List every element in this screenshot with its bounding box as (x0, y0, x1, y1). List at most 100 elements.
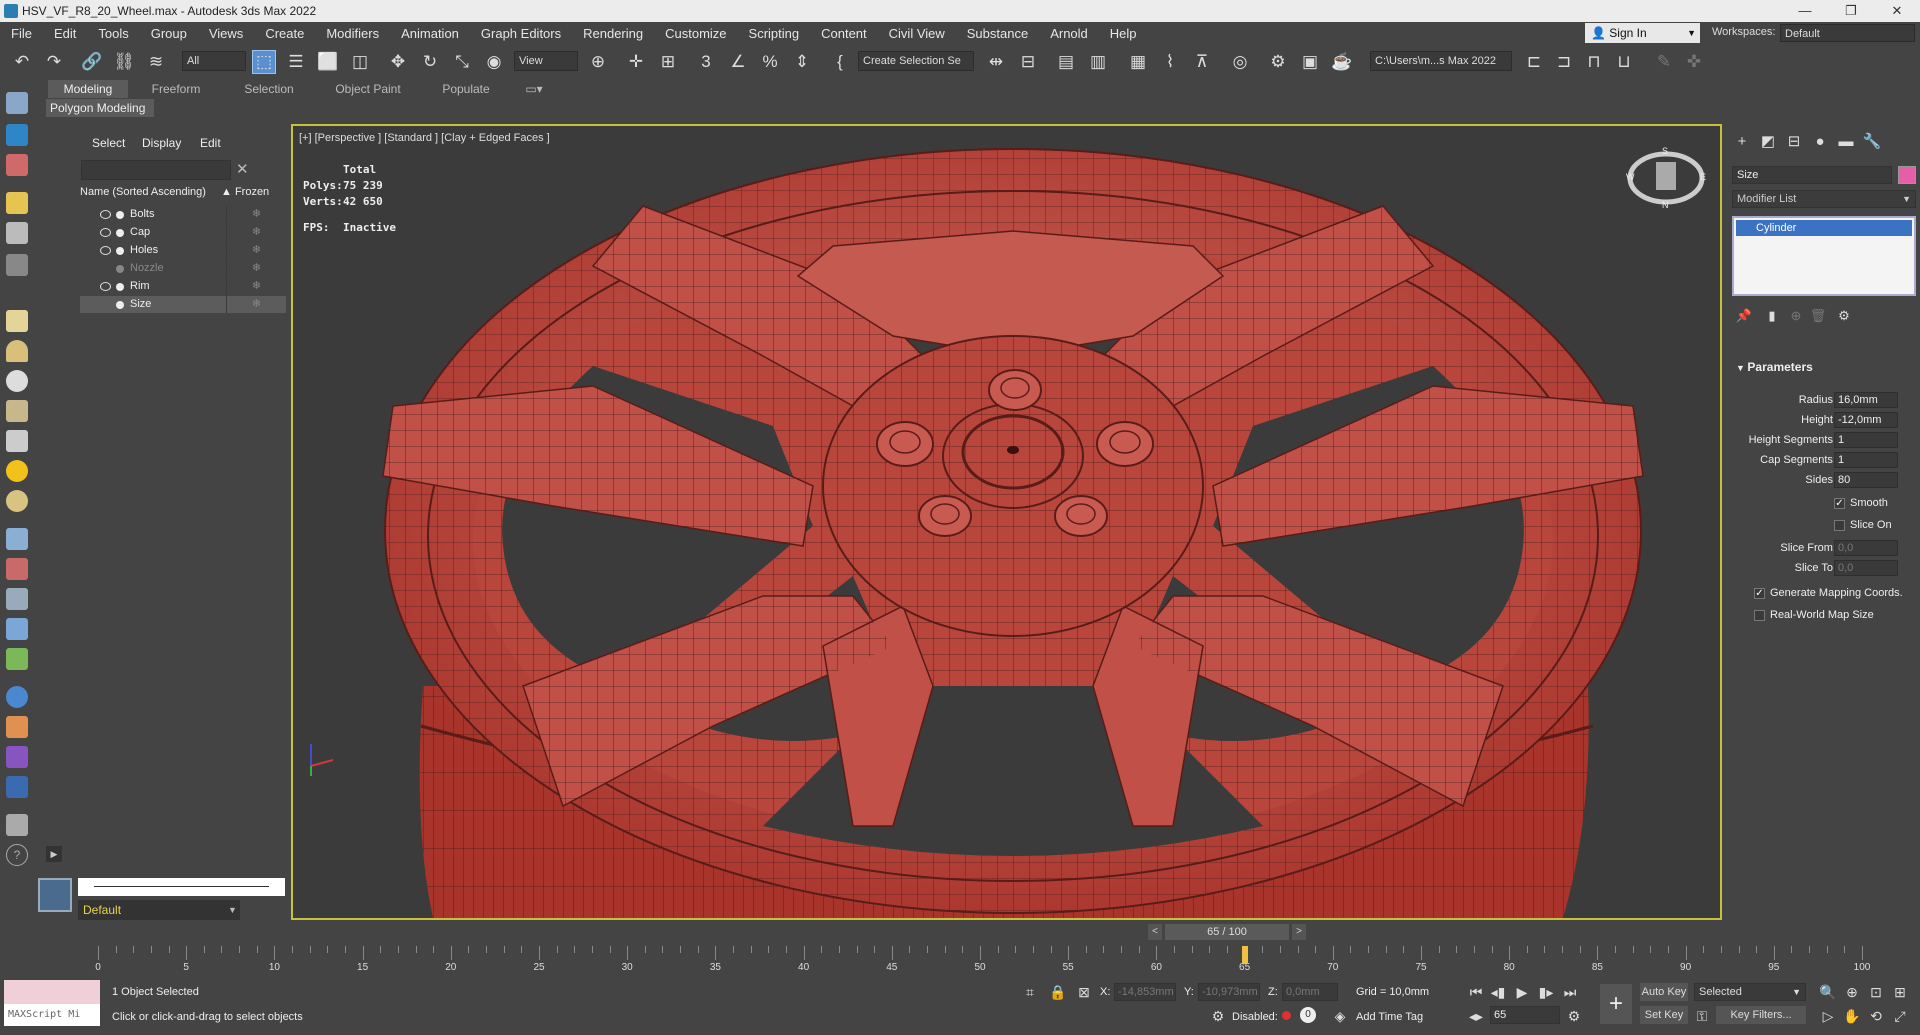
next-key-icon[interactable]: ▮▸ (1536, 982, 1556, 1002)
help-icon[interactable]: ? (6, 844, 28, 866)
cone-icon[interactable] (6, 430, 28, 452)
visibility-eye-icon[interactable] (100, 300, 111, 309)
close-button[interactable]: ✕ (1874, 0, 1920, 22)
scene-explorer-toggle-icon[interactable] (6, 124, 28, 146)
angle-snap-icon[interactable]: ∠ (726, 50, 750, 74)
project-folder-dropdown[interactable]: C:\Users\m...s Max 2022 (1370, 51, 1512, 71)
radius-spinner[interactable]: 16,0mm (1834, 392, 1898, 408)
keyboard-shortcut-icon[interactable]: ⊞ (656, 50, 680, 74)
plugin-icon[interactable] (6, 746, 28, 768)
file-icon[interactable] (6, 814, 28, 836)
frozen-column-header[interactable]: ▲ Frozen (221, 186, 269, 198)
minimize-button[interactable]: — (1782, 0, 1828, 22)
maxscript-mini-listener[interactable]: MAXScript Mi (4, 1004, 100, 1026)
menu-rendering[interactable]: Rendering (572, 26, 654, 41)
track-bar[interactable]: 0 5 10 15 20 25 30 35 40 45 50 55 60 65 70 75 80 85 90 95 10… (40, 946, 1920, 976)
freeze-icon[interactable]: ❄ (226, 260, 286, 277)
field-of-view-icon[interactable]: ▷ (1818, 1006, 1838, 1026)
add-time-tag[interactable]: Add Time Tag (1356, 1011, 1423, 1023)
smooth-checkbox[interactable]: ✓ (1834, 498, 1845, 509)
menu-graph-editors[interactable]: Graph Editors (470, 26, 572, 41)
current-layer-field[interactable]: Default (78, 900, 240, 920)
remove-modifier-icon[interactable]: 🗑 (1808, 306, 1828, 326)
freeze-icon[interactable]: ❄ (226, 242, 286, 259)
hemisphere-icon[interactable] (6, 340, 28, 362)
display-tab-icon[interactable]: ▬ (1836, 132, 1856, 152)
slice-from-spinner[interactable]: 0,0 (1834, 540, 1898, 556)
wheel-model[interactable] (293, 126, 1720, 918)
menu-create[interactable]: Create (254, 26, 315, 41)
toggle-ribbon-icon[interactable]: ▦ (1126, 50, 1150, 74)
visibility-eye-icon[interactable] (100, 282, 111, 291)
teapot-object-icon[interactable] (6, 400, 28, 422)
height-spinner[interactable]: -12,0mm (1834, 412, 1898, 428)
time-config-icon[interactable]: ⚙ (1564, 1006, 1584, 1026)
viewcube[interactable]: S W E N (1626, 146, 1706, 210)
isolate-selection-icon[interactable]: ⌗ (1020, 982, 1040, 1002)
clear-search-icon[interactable]: ✕ (236, 160, 249, 178)
key-filter-icon[interactable]: ⚿ (1692, 1006, 1712, 1026)
tab-modeling[interactable]: Modeling (48, 80, 128, 98)
gear-icon[interactable] (6, 618, 28, 640)
bind-space-warp-icon[interactable]: ≋ (144, 50, 168, 74)
particles-icon[interactable] (6, 528, 28, 550)
character-icon[interactable] (6, 588, 28, 610)
freeze-icon[interactable]: ❄ (226, 278, 286, 295)
align-icon[interactable]: ⊟ (1016, 50, 1040, 74)
undo-icon[interactable]: ↶ (10, 50, 34, 74)
time-slider[interactable]: < 65 / 100 > (0, 922, 1920, 942)
visibility-eye-icon[interactable] (100, 264, 111, 273)
tab-freeform[interactable]: Freeform (136, 80, 216, 98)
real-world-map-checkbox[interactable] (1754, 610, 1765, 621)
next-frame-icon[interactable]: > (1292, 924, 1306, 940)
record-icon[interactable] (1282, 1011, 1291, 1020)
menu-scripting[interactable]: Scripting (738, 26, 811, 41)
show-end-result-icon[interactable]: ▮ (1762, 306, 1782, 326)
material-ball-icon[interactable] (6, 490, 28, 512)
layer-explorer-icon[interactable]: ▤ (1054, 50, 1078, 74)
lights-icon[interactable] (6, 192, 28, 214)
selection-filter-dropdown[interactable]: All (182, 51, 246, 71)
placement-icon[interactable]: ◉ (482, 50, 506, 74)
scene-row-nozzle[interactable]: Nozzle ❄ (80, 260, 286, 277)
menu-modifiers[interactable]: Modifiers (315, 26, 390, 41)
dynamics-icon[interactable] (6, 558, 28, 580)
sides-spinner[interactable]: 80 (1834, 472, 1898, 488)
time-tag-icon[interactable]: ◈ (1330, 1006, 1350, 1026)
x-coord-field[interactable]: -14,853mm (1114, 983, 1176, 1001)
tab-populate[interactable]: Populate (426, 80, 506, 98)
object-color-swatch[interactable] (1898, 166, 1916, 184)
menu-arnold[interactable]: Arnold (1039, 26, 1099, 41)
select-object-icon[interactable]: ⬚ (252, 50, 276, 74)
absolute-mode-icon[interactable]: ⊠ (1074, 982, 1094, 1002)
current-frame-field[interactable]: 65 (1490, 1006, 1560, 1024)
adaptive-degradation-icon[interactable]: ⚙ (1208, 1006, 1228, 1026)
motion-tab-icon[interactable]: ● (1810, 132, 1830, 152)
menu-civil-view[interactable]: Civil View (878, 26, 956, 41)
container-update-icon[interactable]: ⊔ (1612, 50, 1636, 74)
zoom-extents-all-icon[interactable]: ⊞ (1890, 982, 1910, 1002)
render-production-icon[interactable]: ☕ (1330, 50, 1354, 74)
scene-tab-select[interactable]: Select (92, 136, 125, 150)
height-segments-spinner[interactable]: 1 (1834, 432, 1898, 448)
menu-edit[interactable]: Edit (43, 26, 87, 41)
redo-icon[interactable]: ↷ (42, 50, 66, 74)
scene-row-cap[interactable]: Cap ❄ (80, 224, 286, 241)
pose-tool-icon[interactable]: ✜ (1682, 50, 1706, 74)
chevron-down-icon[interactable]: ▼ (228, 900, 240, 920)
curve-editor-icon[interactable]: ⌇ (1158, 50, 1182, 74)
menu-group[interactable]: Group (140, 26, 198, 41)
menu-animation[interactable]: Animation (390, 26, 470, 41)
ribbon-options-icon[interactable]: ▭▾ (520, 80, 548, 98)
name-column-header[interactable]: Name (Sorted Ascending) (80, 186, 206, 198)
time-slider-thumb[interactable]: 65 / 100 (1165, 924, 1289, 940)
z-coord-field[interactable]: 0,0mm (1282, 983, 1338, 1001)
track-tool-icon[interactable]: ✎ (1652, 50, 1676, 74)
window-crossing-icon[interactable]: ◫ (348, 50, 372, 74)
set-key-big-icon[interactable]: + (1600, 984, 1632, 1024)
object-name-input[interactable]: Size (1732, 166, 1892, 184)
slice-to-spinner[interactable]: 0,0 (1834, 560, 1898, 576)
stack-item-cylinder[interactable]: Cylinder (1736, 220, 1912, 236)
menu-substance[interactable]: Substance (956, 26, 1039, 41)
move-icon[interactable]: ✥ (386, 50, 410, 74)
